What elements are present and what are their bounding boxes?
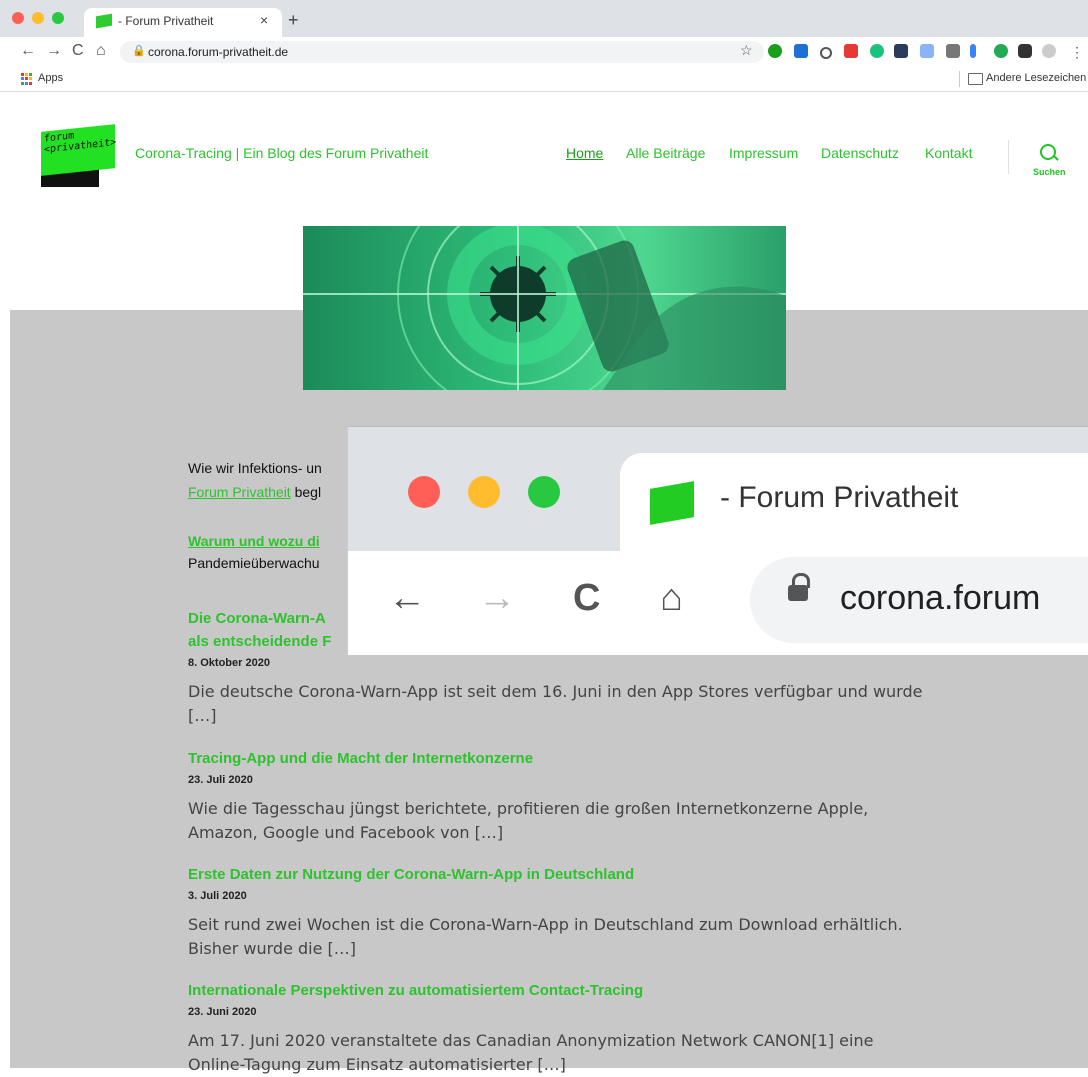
intro-line-1: Wie wir Infektions- un — [188, 460, 322, 476]
evernote-extension-icon[interactable] — [768, 44, 782, 58]
zoom-url-text: corona.forum — [840, 579, 1041, 617]
puzzle-icon[interactable] — [1018, 44, 1032, 58]
post-excerpt: Wie die Tagesschau jüngst berichtete, pr… — [188, 799, 869, 842]
intro-line-2-text: begl — [290, 484, 322, 500]
hero-image — [303, 226, 786, 390]
post-excerpt: Die deutsche Corona-Warn-App ist seit de… — [188, 682, 923, 725]
zoom-maximize-dot — [528, 476, 560, 508]
menu-alle-beitraege[interactable]: Alle Beiträge — [626, 145, 705, 161]
new-tab-button[interactable]: + — [288, 10, 299, 31]
home-icon[interactable]: ⌂ — [96, 42, 106, 60]
profile-icon[interactable] — [1042, 44, 1056, 58]
zoom-home-icon: ⌂ — [660, 577, 683, 619]
post-title[interactable]: Internationale Perspektiven zu automatis… — [188, 982, 643, 999]
intro-line-2: Forum Privatheit begl — [188, 484, 321, 500]
zoomed-browser-overlay: - Forum Privatheit ← → C ⌂ corona.forum — [347, 426, 1088, 655]
post-date: 3. Juli 2020 — [188, 890, 247, 902]
site-title[interactable]: Corona-Tracing | Ein Blog des Forum Priv… — [135, 145, 428, 161]
maximize-window-button[interactable] — [52, 12, 64, 24]
extension-doc-icon[interactable] — [920, 44, 934, 58]
url-text[interactable]: corona.forum-privatheit.de — [148, 45, 288, 59]
menu-separator — [1008, 140, 1009, 174]
post-title-continued[interactable]: als entscheidende F — [188, 633, 331, 650]
extension-circle-icon[interactable] — [820, 47, 832, 59]
tab-close-button[interactable]: × — [260, 12, 268, 28]
pandemie-text: Pandemieüberwachu — [188, 555, 320, 571]
lock-icon[interactable]: 🔒 — [132, 44, 146, 57]
bookmark-separator — [959, 71, 960, 87]
zoom-reload-icon: C — [573, 577, 601, 619]
post-excerpt: Seit rund zwei Wochen ist die Corona-War… — [188, 915, 903, 958]
search-label[interactable]: Suchen — [1033, 167, 1066, 177]
menu-impressum[interactable]: Impressum — [729, 145, 798, 161]
zoom-tab-title: - Forum Privatheit — [720, 481, 959, 514]
back-icon[interactable]: ← — [20, 42, 36, 60]
bookmark-star-icon[interactable]: ☆ — [740, 42, 753, 59]
apps-icon[interactable] — [21, 73, 33, 85]
zoom-minimize-dot — [468, 476, 500, 508]
post-date: 23. Juli 2020 — [188, 774, 253, 786]
forum-privatheit-link[interactable]: Forum Privatheit — [188, 484, 291, 500]
post-title[interactable]: Erste Daten zur Nutzung der Corona-Warn-… — [188, 866, 634, 883]
post-title[interactable]: Tracing-App und die Macht der Internetko… — [188, 750, 533, 767]
grammarly-icon[interactable] — [870, 44, 884, 58]
reload-icon[interactable]: C — [72, 42, 84, 60]
extension-gray-icon[interactable] — [946, 44, 960, 58]
menu-datenschutz[interactable]: Datenschutz — [821, 145, 899, 161]
zoom-back-icon: ← — [388, 577, 426, 619]
close-window-button[interactable] — [12, 12, 24, 24]
zoom-forward-icon: → — [478, 577, 516, 619]
zoom-lock-icon — [788, 585, 808, 601]
post-date: 8. Oktober 2020 — [188, 657, 270, 669]
folder-icon — [968, 73, 983, 85]
extension-s-icon[interactable] — [794, 44, 808, 58]
post-title[interactable]: Die Corona-Warn-A — [188, 610, 326, 627]
apps-bookmark[interactable]: Apps — [38, 72, 63, 84]
menu-dots-icon[interactable]: ⋮ — [1070, 44, 1084, 61]
menu-home[interactable]: Home — [566, 145, 603, 161]
minimize-window-button[interactable] — [32, 12, 44, 24]
logo-text: forum <privatheit> — [44, 130, 117, 156]
bookmarks-bar — [0, 67, 1088, 92]
extension-green-icon[interactable] — [994, 44, 1008, 58]
virus-target-graphic — [303, 226, 786, 390]
extension-feather-icon[interactable] — [970, 44, 976, 58]
other-bookmarks[interactable]: Andere Lesezeichen — [986, 72, 1086, 84]
warum-link[interactable]: Warum und wozu di — [188, 533, 320, 549]
site-logo[interactable]: forum <privatheit> — [41, 124, 117, 187]
search-icon-handle — [1053, 155, 1059, 161]
logo-panel: forum <privatheit> — [41, 124, 117, 176]
zoom-close-dot — [408, 476, 440, 508]
tab-title: - Forum Privatheit — [118, 14, 214, 28]
post-date: 23. Juni 2020 — [188, 1006, 257, 1018]
menu-kontakt[interactable]: Kontakt — [925, 145, 972, 161]
extension-red-icon[interactable] — [844, 44, 858, 58]
extension-dark-icon[interactable] — [894, 44, 908, 58]
post-excerpt: Am 17. Juni 2020 veranstaltete das Canad… — [188, 1031, 874, 1074]
forward-icon[interactable]: → — [46, 42, 62, 60]
